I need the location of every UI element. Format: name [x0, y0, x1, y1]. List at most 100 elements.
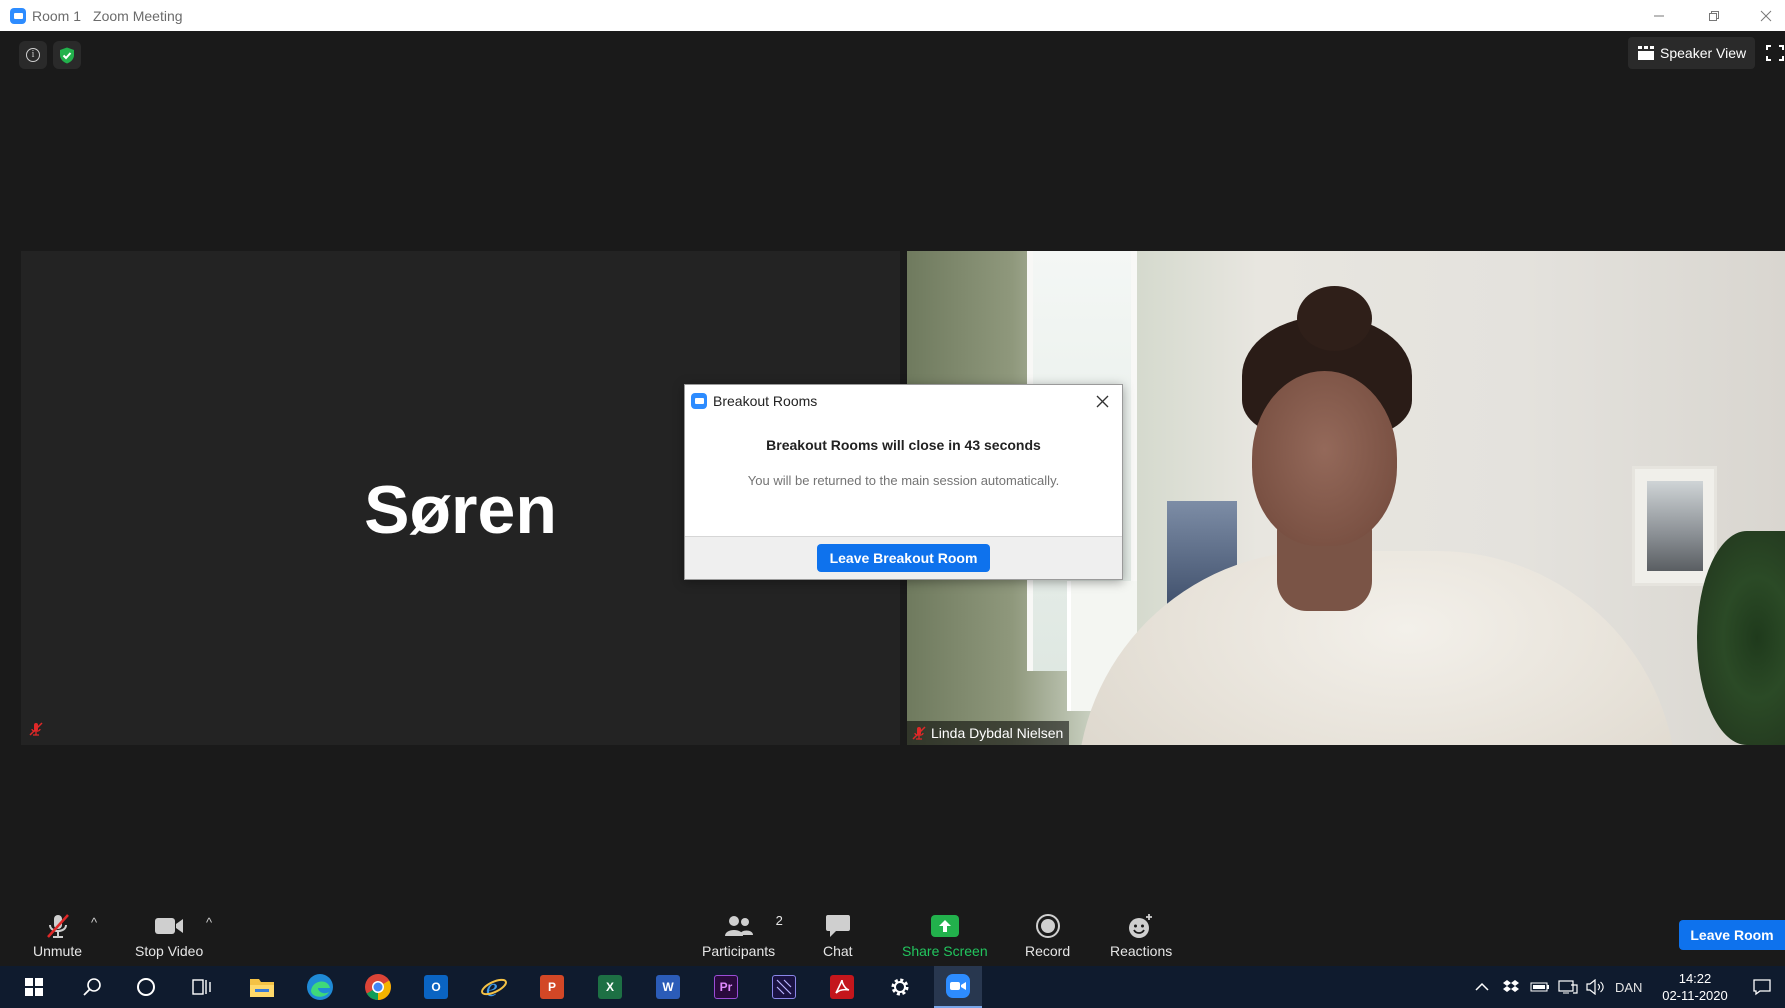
leave-room-button[interactable]: Leave Room — [1679, 920, 1785, 950]
internet-explorer-taskbar-button[interactable]: e — [470, 966, 518, 1008]
input-language-indicator[interactable]: DAN — [1615, 966, 1642, 1008]
dropbox-tray-button[interactable] — [1502, 966, 1520, 1008]
record-icon — [1035, 914, 1060, 938]
dialog-footer: Leave Breakout Room — [685, 536, 1122, 579]
close-window-button[interactable] — [1746, 0, 1785, 31]
start-button[interactable] — [10, 966, 58, 1008]
stop-video-label: Stop Video — [135, 943, 204, 959]
media-encoder-taskbar-button[interactable] — [760, 966, 808, 1008]
dialog-body: Breakout Rooms will close in 43 seconds … — [685, 417, 1122, 538]
mic-muted-icon — [29, 722, 43, 736]
zoom-app-icon — [10, 7, 26, 24]
window-title: Room 1 Zoom Meeting — [32, 8, 195, 24]
info-icon: i — [26, 48, 40, 62]
excel-icon: X — [598, 975, 622, 999]
chrome-browser-icon — [365, 974, 391, 1000]
audio-options-chevron-up-icon[interactable]: ^ — [91, 915, 97, 930]
action-center-button[interactable] — [1752, 966, 1772, 1008]
outlook-taskbar-button[interactable]: O — [412, 966, 460, 1008]
reactions-button[interactable]: Reactions — [1110, 911, 1172, 959]
stop-video-button[interactable]: Stop Video — [135, 911, 203, 959]
battery-tray-button[interactable] — [1530, 966, 1550, 1008]
excel-taskbar-button[interactable]: X — [586, 966, 634, 1008]
dialog-message: You will be returned to the main session… — [747, 473, 1060, 488]
chat-label: Chat — [823, 943, 853, 959]
folder-icon — [250, 979, 274, 997]
zoom-camera-icon — [946, 974, 970, 998]
mic-muted-icon — [46, 914, 69, 938]
close-icon — [1760, 10, 1771, 21]
edge-browser-icon — [307, 974, 333, 1000]
dialog-header: Breakout Rooms — [685, 385, 1122, 417]
share-screen-arrow-icon — [930, 915, 959, 937]
cortana-button[interactable] — [122, 966, 170, 1008]
task-view-icon — [192, 979, 211, 995]
chat-bubble-icon — [825, 915, 850, 937]
settings-taskbar-button[interactable] — [876, 966, 924, 1008]
record-button[interactable]: Record — [1025, 911, 1070, 959]
network-tray-button[interactable] — [1558, 966, 1578, 1008]
reactions-smiley-icon — [1129, 914, 1153, 938]
gear-icon — [891, 978, 909, 996]
video-options-chevron-up-icon[interactable]: ^ — [206, 915, 212, 930]
acrobat-taskbar-button[interactable] — [818, 966, 866, 1008]
share-screen-button[interactable]: Share Screen — [902, 911, 988, 959]
show-hidden-icons-button[interactable] — [1474, 966, 1490, 1008]
unmute-button[interactable]: Unmute — [33, 911, 82, 959]
chrome-taskbar-button[interactable] — [354, 966, 402, 1008]
file-explorer-taskbar-button[interactable] — [238, 966, 286, 1008]
speaker-volume-icon — [1586, 979, 1604, 995]
encryption-button[interactable] — [53, 41, 81, 69]
dropbox-icon — [1503, 980, 1519, 992]
shield-check-icon — [60, 47, 74, 63]
cortana-circle-icon — [137, 978, 155, 996]
outlook-icon: O — [424, 975, 448, 999]
volume-tray-button[interactable] — [1585, 966, 1605, 1008]
participants-label: Participants — [702, 943, 776, 959]
notification-icon — [1753, 979, 1771, 996]
zoom-app-icon — [691, 393, 707, 409]
taskbar-clock[interactable]: 14:22 02-11-2020 — [1655, 970, 1735, 1004]
participant-name-tag-linda: Linda Dybdal Nielsen — [907, 721, 1070, 745]
minimize-button[interactable] — [1636, 0, 1682, 31]
window-title-app: Zoom Meeting — [93, 7, 183, 24]
battery-icon — [1530, 982, 1549, 992]
participants-button[interactable]: 2 Participants — [702, 911, 783, 959]
leave-breakout-room-button[interactable]: Leave Breakout Room — [816, 544, 991, 572]
taskbar-search-button[interactable] — [68, 966, 116, 1008]
powerpoint-taskbar-button[interactable]: P — [528, 966, 576, 1008]
restore-button[interactable] — [1691, 0, 1737, 31]
clock-time: 14:22 — [1678, 971, 1712, 986]
dialog-heading: Breakout Rooms will close in 43 seconds — [766, 437, 1041, 453]
window-title-room: Room 1 — [32, 7, 82, 24]
speaker-view-label: Speaker View — [1660, 45, 1747, 61]
zoom-taskbar-button[interactable] — [934, 966, 982, 1008]
video-scene-person-bun — [1297, 286, 1372, 351]
edge-taskbar-button[interactable] — [296, 966, 344, 1008]
task-view-button[interactable] — [178, 966, 226, 1008]
clock-date: 02-11-2020 — [1662, 988, 1728, 1003]
video-scene-picture-frame — [1632, 466, 1717, 586]
fullscreen-icon[interactable] — [1766, 45, 1784, 61]
word-icon: W — [656, 975, 680, 999]
meeting-info-button[interactable]: i — [19, 41, 47, 69]
acrobat-pdf-icon — [830, 975, 854, 999]
search-icon — [83, 978, 101, 996]
close-icon — [1096, 395, 1108, 407]
word-taskbar-button[interactable]: W — [644, 966, 692, 1008]
premiere-icon: Pr — [714, 975, 738, 999]
speaker-view-icon — [1638, 46, 1654, 60]
windows-logo-icon — [25, 978, 43, 996]
reactions-label: Reactions — [1110, 943, 1173, 959]
dialog-title: Breakout Rooms — [713, 393, 818, 409]
premiere-taskbar-button[interactable]: Pr — [702, 966, 750, 1008]
speaker-view-button[interactable]: Speaker View — [1628, 37, 1755, 69]
dialog-close-button[interactable] — [1092, 391, 1112, 411]
chat-button[interactable]: Chat — [823, 911, 853, 959]
restore-icon — [1709, 10, 1719, 21]
network-monitor-icon — [1558, 980, 1578, 994]
breakout-rooms-dialog: Breakout Rooms Breakout Rooms will close… — [684, 384, 1123, 580]
chevron-up-icon — [1475, 982, 1489, 991]
participant-name-linda: Linda Dybdal Nielsen — [931, 725, 1064, 741]
participants-icon — [724, 916, 753, 936]
